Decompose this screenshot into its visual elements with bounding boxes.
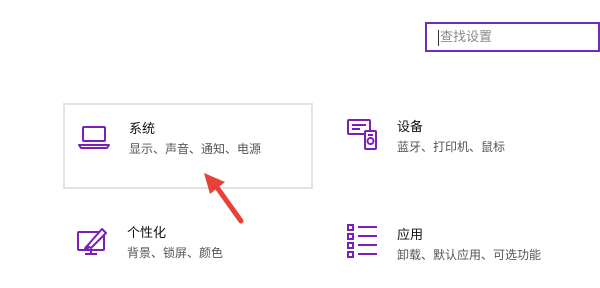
personalization-icon [77, 228, 107, 255]
tile-devices[interactable]: 设备 蓝牙、打印机、鼠标 [335, 103, 585, 189]
tile-description: 背景、锁屏、颜色 [127, 246, 224, 260]
tile-description: 卸载、默认应用、可选功能 [397, 248, 542, 262]
tile-title: 个性化 [127, 226, 167, 241]
search-placeholder: 查找设置 [440, 30, 493, 45]
laptop-icon [78, 126, 110, 149]
tile-title: 应用 [397, 228, 424, 243]
tile-title: 设备 [397, 120, 424, 135]
tile-title: 系统 [129, 122, 156, 137]
tile-system[interactable]: 系统 显示、声音、通知、电源 [63, 103, 313, 189]
text-caret [438, 30, 439, 46]
annotation-arrow-icon [204, 173, 244, 224]
search-box[interactable]: 查找设置 [425, 22, 600, 52]
settings-home: 查找设置 系统 显示、声音、通知、电源 设备 蓝牙、打印机、鼠标 个性化 背景、… [0, 0, 600, 288]
tile-description: 显示、声音、通知、电源 [129, 142, 262, 156]
tile-description: 蓝牙、打印机、鼠标 [397, 140, 506, 154]
apps-list-icon [347, 224, 377, 258]
tile-apps[interactable]: 应用 卸载、默认应用、可选功能 [335, 212, 585, 278]
devices-icon [347, 119, 377, 150]
tile-personalization[interactable]: 个性化 背景、锁屏、颜色 [63, 212, 313, 278]
